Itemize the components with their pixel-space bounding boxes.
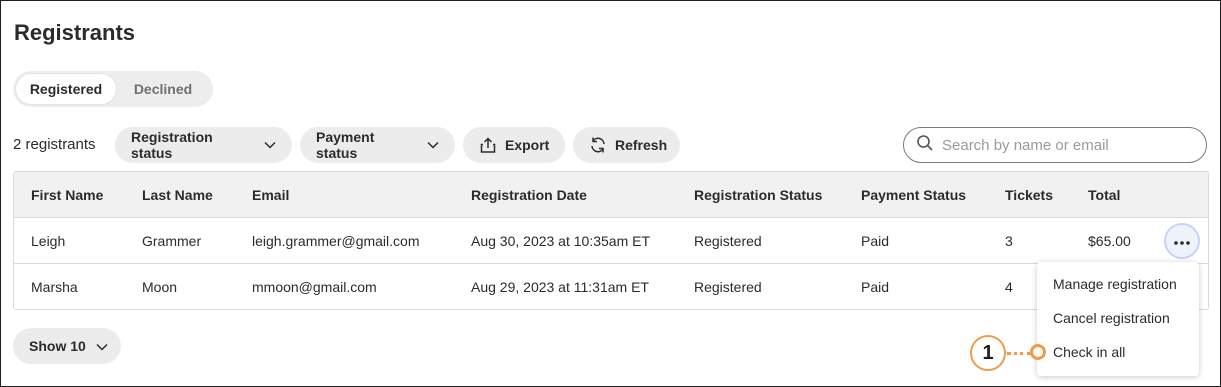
cell-email: leigh.grammer@gmail.com (252, 233, 420, 249)
column-header-registration-status[interactable]: Registration Status (694, 172, 822, 218)
chevron-down-icon (427, 141, 439, 149)
cell-first-name: Leigh (31, 233, 66, 249)
table-row[interactable]: Leigh Grammer leigh.grammer@gmail.com Au… (14, 218, 1208, 264)
export-icon (479, 136, 497, 154)
payment-status-filter-label: Payment status (316, 129, 375, 161)
table-row[interactable]: Marsha Moon mmoon@gmail.com Aug 29, 2023… (14, 264, 1208, 309)
search-input[interactable] (942, 136, 1192, 154)
more-horizontal-icon (1174, 232, 1190, 250)
column-header-last-name[interactable]: Last Name (142, 172, 213, 218)
row-actions-button[interactable] (1164, 223, 1200, 259)
cell-registration-status: Registered (694, 279, 762, 295)
search-icon (916, 134, 934, 157)
menu-item-check-in-all[interactable]: Check in all (1053, 344, 1125, 360)
cell-total: $65.00 (1088, 233, 1131, 249)
cell-first-name: Marsha (31, 279, 78, 295)
refresh-button[interactable]: Refresh (573, 127, 680, 163)
cell-payment-status: Paid (861, 233, 890, 249)
export-label: Export (505, 137, 550, 153)
callout-number-badge: 1 (970, 335, 1006, 371)
tab-declined[interactable]: Declined (116, 74, 210, 104)
table-header-row: First Name Last Name Email Registration … (14, 172, 1208, 218)
column-header-email[interactable]: Email (252, 172, 289, 218)
menu-item-cancel-registration[interactable]: Cancel registration (1053, 310, 1170, 326)
cell-last-name: Moon (142, 279, 178, 295)
export-button[interactable]: Export (463, 127, 565, 163)
menu-item-manage-registration[interactable]: Manage registration (1053, 276, 1177, 292)
registration-status-filter-label: Registration status (131, 129, 213, 161)
cell-registration-date: Aug 30, 2023 at 10:35am ET (471, 233, 651, 249)
column-header-total[interactable]: Total (1088, 172, 1120, 218)
chevron-down-icon (96, 338, 108, 354)
callout-connector (1007, 352, 1031, 355)
payment-status-filter[interactable]: Payment status (300, 127, 455, 163)
callout-target-dot (1030, 344, 1046, 360)
page-size-label: Show 10 (29, 338, 86, 354)
cell-tickets: 4 (1005, 279, 1013, 295)
registrant-count: 2 registrants (13, 136, 96, 153)
cell-registration-date: Aug 29, 2023 at 11:31am ET (471, 279, 649, 295)
cell-payment-status: Paid (861, 279, 890, 295)
refresh-icon (589, 136, 607, 154)
refresh-label: Refresh (615, 137, 668, 153)
search-box (903, 127, 1207, 163)
registration-status-filter[interactable]: Registration status (115, 127, 292, 163)
column-header-tickets[interactable]: Tickets (1005, 172, 1053, 218)
column-header-registration-date[interactable]: Registration Date (471, 172, 587, 218)
cell-email: mmoon@gmail.com (252, 279, 377, 295)
cell-last-name: Grammer (142, 233, 202, 249)
registrants-table: First Name Last Name Email Registration … (13, 171, 1209, 310)
chevron-down-icon (264, 141, 276, 149)
page-title: Registrants (14, 20, 136, 45)
column-header-payment-status[interactable]: Payment Status (861, 172, 966, 218)
tab-registered[interactable]: Registered (16, 74, 116, 104)
cell-tickets: 3 (1005, 233, 1013, 249)
page-size-select[interactable]: Show 10 (13, 328, 121, 364)
cell-registration-status: Registered (694, 233, 762, 249)
row-actions-menu: Manage registration Cancel registration … (1037, 262, 1199, 376)
status-segmented-control: Registered Declined (13, 71, 213, 107)
column-header-first-name[interactable]: First Name (31, 172, 103, 218)
